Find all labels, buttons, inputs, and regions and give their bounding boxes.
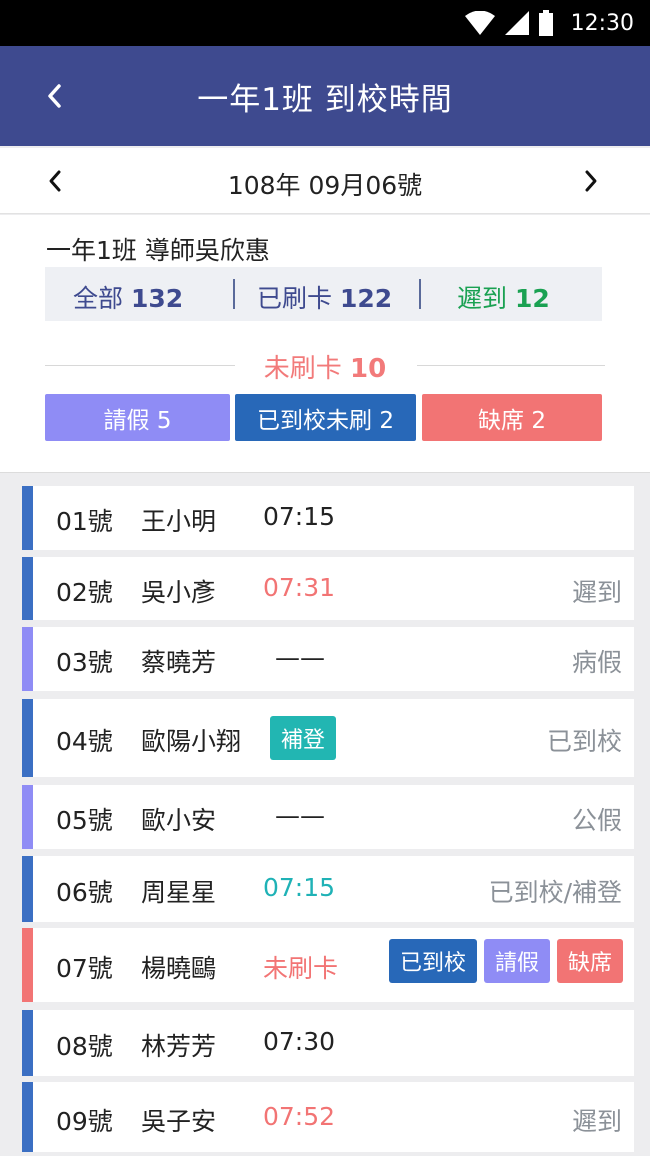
student-number: 08號 [56, 1032, 113, 1061]
stat-total-count: 132 [130, 284, 184, 313]
status-time: 12:30 [570, 10, 634, 36]
student-number: 01號 [56, 507, 113, 536]
status-indicator [22, 928, 33, 1002]
attendance-summary: 一年1班 導師吳欣惠 全部 132 已刷卡 122 遲到 12 未刷卡 10 請… [0, 215, 650, 473]
status-indicator [22, 785, 33, 849]
status-indicator [22, 627, 33, 691]
attendance-status: 遲到 [571, 1107, 622, 1136]
status-indicator [22, 856, 33, 922]
student-row[interactable]: 01號 王小明 07:15 [22, 486, 634, 550]
absent-filter-button[interactable]: 缺席 2 [422, 394, 602, 441]
date-bar: 108年 09月06號 [0, 148, 650, 214]
arrival-time: —— [275, 643, 325, 672]
date-label: 108年 09月06號 [227, 171, 423, 200]
arrival-time: 未刷卡 [263, 954, 339, 983]
attendance-status: 病假 [571, 648, 622, 677]
class-teacher-label: 一年1班 導師吳欣惠 [46, 236, 270, 265]
divider [417, 365, 605, 366]
student-number: 05號 [56, 806, 113, 835]
app-header: 一年1班 到校時間 [0, 46, 650, 146]
student-number: 09號 [56, 1107, 113, 1136]
chevron-right-icon [585, 170, 597, 192]
student-row[interactable]: 06號 周星星 07:15 已到校/補登 [22, 856, 634, 922]
attendance-status: 已到校 [546, 727, 622, 756]
student-name: 歐小安 [141, 806, 217, 835]
unswiped-count: 10 [350, 354, 387, 384]
arrival-time: —— [275, 801, 325, 830]
battery-icon [538, 10, 553, 36]
student-name: 歐陽小翔 [141, 727, 242, 756]
status-indicator [22, 699, 33, 777]
arrival-time: 07:31 [263, 573, 336, 602]
stat-late[interactable]: 遲到 12 [457, 279, 550, 315]
student-number: 06號 [56, 878, 113, 907]
status-bar: 12:30 [0, 0, 650, 46]
attendance-status: 已到校/補登 [488, 878, 622, 907]
student-name: 吳子安 [141, 1107, 217, 1136]
arrived-unswiped-filter-button[interactable]: 已到校未刷 2 [235, 394, 416, 441]
student-name: 楊曉鷗 [141, 954, 217, 983]
unswiped-heading: 未刷卡 10 [45, 348, 605, 385]
student-name: 王小明 [141, 507, 217, 536]
stat-swiped-count: 122 [339, 284, 393, 313]
stat-swiped-label: 已刷卡 [257, 284, 333, 313]
student-number: 03號 [56, 648, 113, 677]
divider [419, 279, 421, 309]
mark-leave-button[interactable]: 請假 [484, 939, 550, 983]
arrival-time: 07:52 [263, 1102, 336, 1131]
makeup-tag: 補登 [270, 716, 336, 760]
arrival-time: 07:30 [263, 1027, 336, 1056]
signal-icon [504, 11, 529, 35]
student-row[interactable]: 09號 吳子安 07:52 遲到 [22, 1082, 634, 1152]
status-indicator [22, 1010, 33, 1076]
student-row[interactable]: 02號 吳小彥 07:31 遲到 [22, 557, 634, 620]
attendance-status: 遲到 [571, 578, 622, 607]
unswiped-label: 未刷卡 [263, 354, 342, 384]
leave-filter-button[interactable]: 請假 5 [45, 394, 230, 441]
student-name: 林芳芳 [141, 1032, 217, 1061]
student-row[interactable]: 07號 楊曉鷗 未刷卡 已到校 請假 缺席 [22, 928, 634, 1002]
student-row[interactable]: 05號 歐小安 —— 公假 [22, 785, 634, 849]
next-date-button[interactable] [566, 156, 616, 206]
stat-late-count: 12 [514, 284, 550, 313]
student-number: 02號 [56, 578, 113, 607]
arrival-time: 07:15 [263, 873, 336, 902]
mark-absent-button[interactable]: 缺席 [557, 939, 623, 983]
divider [233, 279, 235, 309]
wifi-icon [464, 11, 495, 35]
unswiped-row: 未刷卡 10 [45, 347, 605, 385]
stat-total[interactable]: 全部 132 [73, 279, 183, 315]
attendance-status: 公假 [571, 806, 622, 835]
stat-swiped[interactable]: 已刷卡 122 [257, 279, 392, 315]
student-number: 07號 [56, 954, 113, 983]
student-number: 04號 [56, 727, 113, 756]
arrival-time: 07:15 [263, 502, 336, 531]
student-row[interactable]: 04號 歐陽小翔 補登 已到校 [22, 699, 634, 777]
student-name: 蔡曉芳 [141, 648, 217, 677]
status-indicator [22, 1082, 33, 1152]
status-indicator [22, 486, 33, 550]
student-name: 周星星 [141, 878, 217, 907]
stat-late-label: 遲到 [457, 284, 508, 313]
student-row[interactable]: 08號 林芳芳 07:30 [22, 1010, 634, 1076]
mark-arrived-button[interactable]: 已到校 [389, 939, 477, 983]
student-name: 吳小彥 [141, 578, 217, 607]
stats-box: 全部 132 已刷卡 122 遲到 12 [45, 267, 602, 321]
stat-total-label: 全部 [73, 284, 124, 313]
status-indicator [22, 557, 33, 620]
page-title: 一年1班 到校時間 [197, 82, 453, 118]
student-row[interactable]: 03號 蔡曉芳 —— 病假 [22, 627, 634, 691]
